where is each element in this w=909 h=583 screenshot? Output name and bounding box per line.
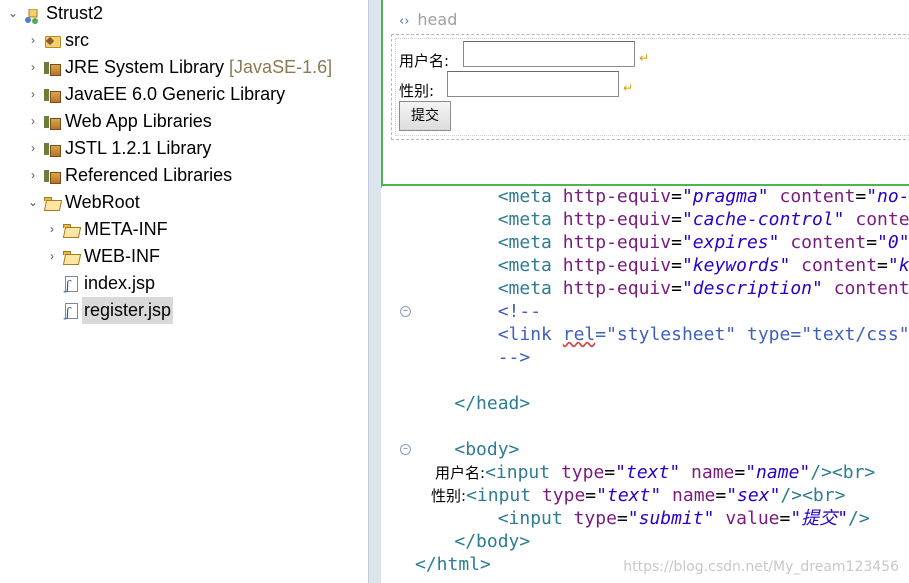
line-break-icon: ↵ [639,51,650,65]
jstl-label: JSTL 1.2.1 Library [65,138,212,158]
code-line: </html> [415,554,491,575]
code-line: <link rel="stylesheet" type="text/css" h… [497,324,909,345]
code-line: 用户名:<input type="text" name="name"/><br> [435,462,876,483]
jre-label: JRE System Library [65,57,225,77]
jsp-file-icon [63,273,79,300]
javaee-label: JavaEE 6.0 Generic Library [65,84,286,104]
head-label: head [417,10,458,29]
code-line: 性别:<input type="text" name="sex"/><br> [431,485,846,506]
web-inf-label: WEB-INF [84,246,160,266]
chevron-right-icon[interactable]: › [26,27,40,54]
register-jsp-label: register.jsp [82,297,174,324]
chevron-right-icon[interactable]: › [45,243,59,270]
referenced-label: Referenced Libraries [65,165,233,185]
chevron-down-icon[interactable]: ⌄ [26,189,40,216]
code-line: <input type="submit" value="提交"/> [497,508,870,529]
code-line: <meta http-equiv="cache-control" content… [497,209,909,230]
fold-toggle-icon[interactable]: − [400,444,411,455]
chevron-right-icon[interactable]: › [26,162,40,189]
jre-version: [JavaSE-1.6] [224,57,333,77]
jsp-file-icon [63,300,79,327]
library-icon [44,114,61,130]
code-line: </head> [454,393,531,414]
library-icon [44,87,61,103]
chevron-right-icon[interactable]: › [45,216,59,243]
package-explorer: ⌄ Strust2 › src › JRE System Library [Ja… [0,0,368,583]
chevron-right-icon[interactable]: › [26,135,40,162]
library-icon [44,168,61,184]
code-line: <meta http-equiv="description" content="… [497,278,909,299]
preview-submit-button[interactable]: 提交 [399,101,451,131]
project-label: Strust2 [46,3,104,23]
watermark: https://blog.csdn.net/My_dream123456 [623,559,899,575]
preview-sex-label: 性别: [399,82,435,100]
preview-username-input[interactable] [463,41,635,67]
meta-inf-label: META-INF [84,219,168,239]
chevron-right-icon[interactable]: › [26,54,40,81]
folder-icon [63,222,79,237]
chevron-down-icon[interactable]: ⌄ [6,0,20,27]
webapp-label: Web App Libraries [65,111,212,131]
library-icon [44,60,61,76]
code-line: <meta http-equiv="expires" content="0"> [497,232,909,253]
folder-open-icon [44,195,60,210]
webroot-label: WebRoot [65,192,140,212]
code-line: </body> [454,531,531,552]
library-icon [44,141,61,157]
chevron-right-icon[interactable]: › [26,81,40,108]
source-folder-icon [44,33,61,48]
index-jsp-label: index.jsp [84,273,156,293]
code-line: <body> [454,439,520,460]
design-preview-pane: ‹› head 用户名: ↵ 性别: ↵ 提交 [381,0,909,186]
code-line: <!-- [497,301,542,322]
pane-splitter[interactable] [368,0,382,583]
preview-sex-input[interactable] [447,71,619,97]
project-icon [24,6,40,24]
preview-head-marker: ‹› head [399,10,457,29]
preview-username-label: 用户名: [399,52,450,70]
chevron-right-icon[interactable]: › [26,108,40,135]
src-label: src [65,30,89,50]
code-tag-icon: ‹› [399,14,410,29]
code-line: <meta http-equiv="keywords" content="key… [497,255,909,276]
folder-icon [63,249,79,264]
source-editor[interactable]: − − <meta http-equiv="pragma" content="n… [381,186,909,583]
fold-toggle-icon[interactable]: − [400,306,411,317]
code-line: --> [497,347,531,368]
code-line: <meta http-equiv="pragma" content="no-ca… [497,186,909,207]
line-break-icon: ↵ [623,81,634,95]
